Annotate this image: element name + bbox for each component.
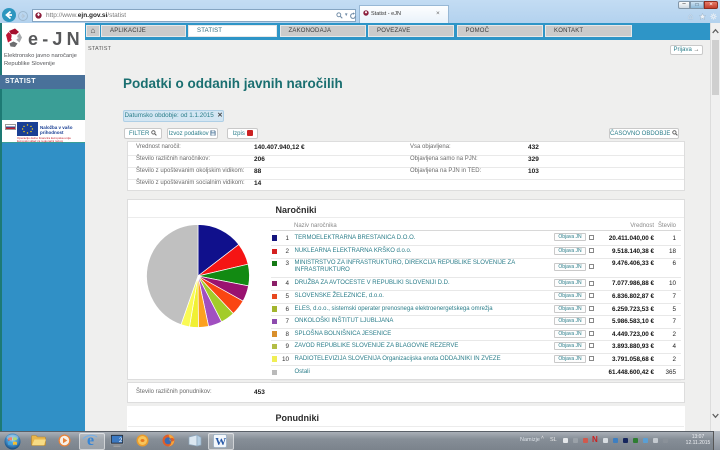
svg-text:W: W xyxy=(215,436,226,448)
